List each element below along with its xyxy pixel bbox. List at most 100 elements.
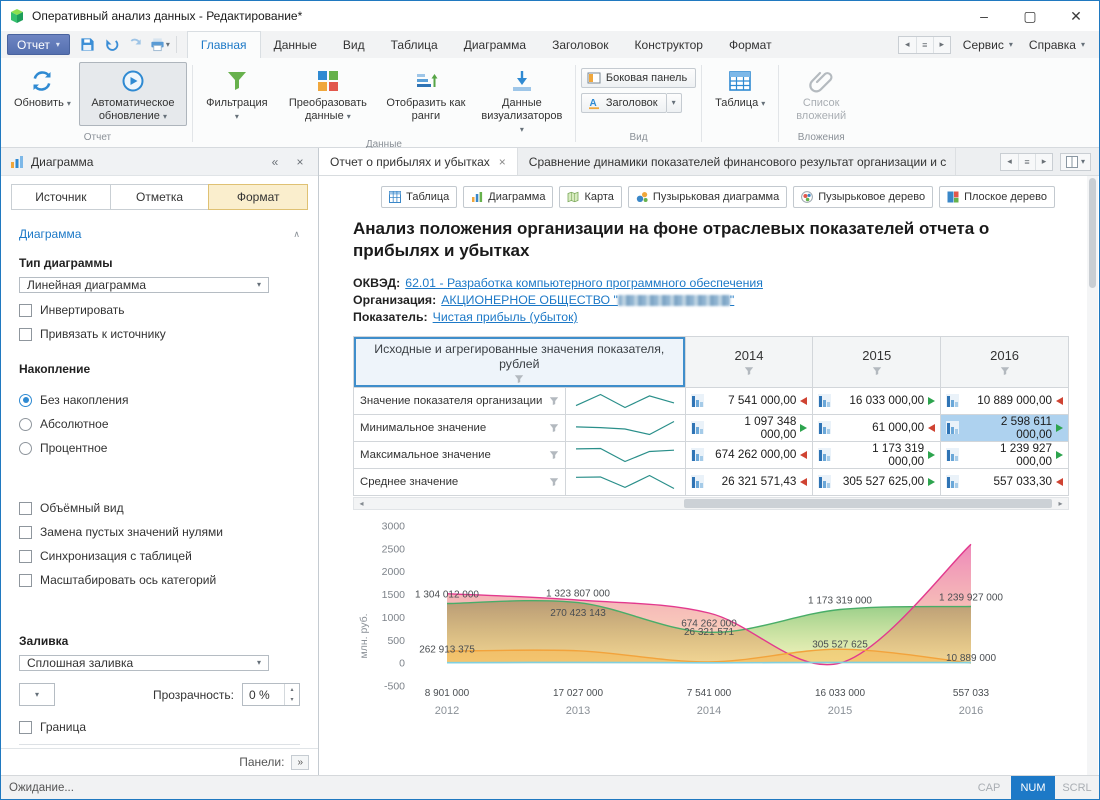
organization-link[interactable]: АКЦИОНЕРНОЕ ОБЩЕСТВО "" <box>441 293 734 307</box>
transform-data-button[interactable]: Преобразовать данные ▾ <box>278 62 378 126</box>
view-table-button[interactable]: Таблица <box>381 186 457 208</box>
filter-icon[interactable] <box>872 366 882 376</box>
auto-refresh-button[interactable]: Автоматическое обновление ▾ <box>79 62 187 126</box>
indicator-link[interactable]: Чистая прибыль (убыток) <box>433 310 578 324</box>
header-toggle-button[interactable]: A Заголовок <box>581 93 667 113</box>
horizontal-scrollbar[interactable]: ◂ ▸ <box>353 497 1069 510</box>
fill-color-button[interactable]: ▾ <box>19 683 55 706</box>
panel-tab[interactable]: Формат <box>208 184 308 210</box>
ribbon-tab[interactable]: Диаграмма <box>451 31 539 58</box>
chart-type-select[interactable]: Линейная диаграмма ▾ <box>19 277 269 293</box>
view-bubble-tree-button[interactable]: Пузырьковое дерево <box>793 186 933 208</box>
close-icon[interactable]: × <box>499 155 506 169</box>
ribbon-tab[interactable]: Конструктор <box>622 31 716 58</box>
filter-icon[interactable] <box>549 396 559 406</box>
visualizer-data-button[interactable]: Данные визуализаторов ▾ <box>474 62 570 139</box>
scrollbar-thumb[interactable] <box>1089 178 1096 288</box>
value-cell[interactable]: 1 239 927 000,00 <box>941 441 1069 468</box>
value-cell[interactable]: 10 889 000,00 <box>941 387 1069 414</box>
panel-tab[interactable]: Отметка <box>110 184 210 210</box>
radio-option[interactable]: Процентное <box>19 441 300 455</box>
side-panel-button[interactable]: Боковая панель <box>581 68 696 88</box>
row-label-cell[interactable]: Минимальное значение <box>354 414 566 441</box>
filter-icon[interactable] <box>354 374 685 387</box>
view-chart-button[interactable]: Диаграмма <box>463 186 553 208</box>
value-cell[interactable]: 61 000,00 <box>813 414 941 441</box>
maximize-button[interactable]: ▢ <box>1007 1 1053 31</box>
scroll-left-icon[interactable]: ◂ <box>1001 154 1018 170</box>
scroll-left-icon[interactable]: ◂ <box>899 37 916 53</box>
year-column-header[interactable]: 2014 <box>685 336 813 387</box>
checkbox-option[interactable]: Замена пустых значений нулями <box>19 525 300 539</box>
save-button[interactable] <box>76 31 100 58</box>
tab-list-icon[interactable]: ≡ <box>916 37 933 53</box>
scroll-right-icon[interactable]: ▸ <box>1035 154 1052 170</box>
row-label-cell[interactable]: Значение показателя организации <box>354 387 566 414</box>
filter-button[interactable]: Фильтрация ▾ <box>198 62 276 126</box>
value-cell[interactable]: 1 173 319 000,00 <box>813 441 941 468</box>
radio-option[interactable]: Без накопления <box>19 393 300 407</box>
row-label-cell[interactable]: Среднее значение <box>354 468 566 495</box>
scroll-left-icon[interactable]: ◂ <box>354 498 369 509</box>
print-button[interactable]: ▾ <box>148 31 172 58</box>
tab-list-icon[interactable]: ≡ <box>1018 154 1035 170</box>
collapse-panel-icon[interactable]: « <box>266 155 284 169</box>
ribbon-tab[interactable]: Формат <box>716 31 785 58</box>
close-button[interactable]: ✕ <box>1053 1 1099 31</box>
ribbon-tab[interactable]: Таблица <box>378 31 451 58</box>
value-cell[interactable]: 305 527 625,00 <box>813 468 941 495</box>
ribbon-tab[interactable]: Данные <box>261 31 330 58</box>
view-treemap-button[interactable]: Плоское дерево <box>939 186 1055 208</box>
checkbox-option[interactable]: Масштабировать ось категорий <box>19 573 300 587</box>
table-corner-header[interactable]: Исходные и агрегированные значения показ… <box>354 336 686 387</box>
spinner-down-icon[interactable]: ▾ <box>285 695 299 706</box>
value-cell[interactable]: 1 097 348 000,00 <box>685 414 813 441</box>
ribbon-tab[interactable]: Вид <box>330 31 378 58</box>
value-cell[interactable]: 16 033 000,00 <box>813 387 941 414</box>
radio-option[interactable]: Абсолютное <box>19 417 300 431</box>
filter-icon[interactable] <box>549 450 559 460</box>
fill-type-select[interactable]: Сплошная заливка ▾ <box>19 655 269 671</box>
close-panel-icon[interactable]: × <box>291 155 309 169</box>
scrollbar-thumb[interactable] <box>684 499 1052 508</box>
filter-icon[interactable] <box>549 477 559 487</box>
section-header-chart[interactable]: Диаграмма ∧ <box>19 218 300 245</box>
report-menu-button[interactable]: Отчет ▾ <box>7 34 70 55</box>
opacity-spinner[interactable]: 0 % ▴ ▾ <box>242 683 300 706</box>
header-dropdown-button[interactable]: ▾ <box>667 93 682 113</box>
attachments-list-button[interactable]: Список вложений <box>784 62 858 126</box>
checkbox-option[interactable]: Синхронизация с таблицей <box>19 549 300 563</box>
checkbox-option[interactable]: Объёмный вид <box>19 501 300 515</box>
value-cell[interactable]: 26 321 571,43 <box>685 468 813 495</box>
document-tab[interactable]: Сравнение динамики показателей финансово… <box>518 148 956 175</box>
ribbon-tab[interactable]: Заголовок <box>539 31 621 58</box>
scrollbar-track[interactable] <box>369 498 1053 509</box>
value-cell[interactable]: 557 033,30 <box>941 468 1069 495</box>
checkbox-option[interactable]: Инвертировать <box>19 303 300 317</box>
ribbon-tab[interactable]: Главная <box>187 31 261 58</box>
checkbox-option[interactable]: Привязать к источнику <box>19 327 300 341</box>
layout-button[interactable]: ▾ <box>1060 153 1091 171</box>
year-column-header[interactable]: 2015 <box>813 336 941 387</box>
document-tab[interactable]: Отчет о прибылях и убытках× <box>319 148 518 175</box>
scroll-right-icon[interactable]: ▸ <box>1053 498 1068 509</box>
help-menu[interactable]: Справка ▾ <box>1025 38 1089 52</box>
value-cell[interactable]: 2 598 611 000,00 <box>941 414 1069 441</box>
show-as-ranks-button[interactable]: Отобразить как ранги <box>380 62 472 126</box>
undo-button[interactable] <box>100 31 124 58</box>
filter-icon[interactable] <box>549 423 559 433</box>
refresh-button[interactable]: Обновить ▾ <box>8 62 77 113</box>
view-bubble-chart-button[interactable]: Пузырьковая диаграмма <box>628 186 787 208</box>
checkbox-option[interactable]: Граница <box>19 720 300 734</box>
year-column-header[interactable]: 2016 <box>941 336 1069 387</box>
minimize-button[interactable]: – <box>961 1 1007 31</box>
row-label-cell[interactable]: Максимальное значение <box>354 441 566 468</box>
spinner-up-icon[interactable]: ▴ <box>285 684 299 695</box>
value-cell[interactable]: 7 541 000,00 <box>685 387 813 414</box>
filter-icon[interactable] <box>1000 366 1010 376</box>
vertical-scrollbar[interactable] <box>1087 176 1098 775</box>
redo-button[interactable] <box>124 31 148 58</box>
filter-icon[interactable] <box>744 366 754 376</box>
scroll-right-icon[interactable]: ▸ <box>933 37 950 53</box>
view-map-button[interactable]: Карта <box>559 186 621 208</box>
